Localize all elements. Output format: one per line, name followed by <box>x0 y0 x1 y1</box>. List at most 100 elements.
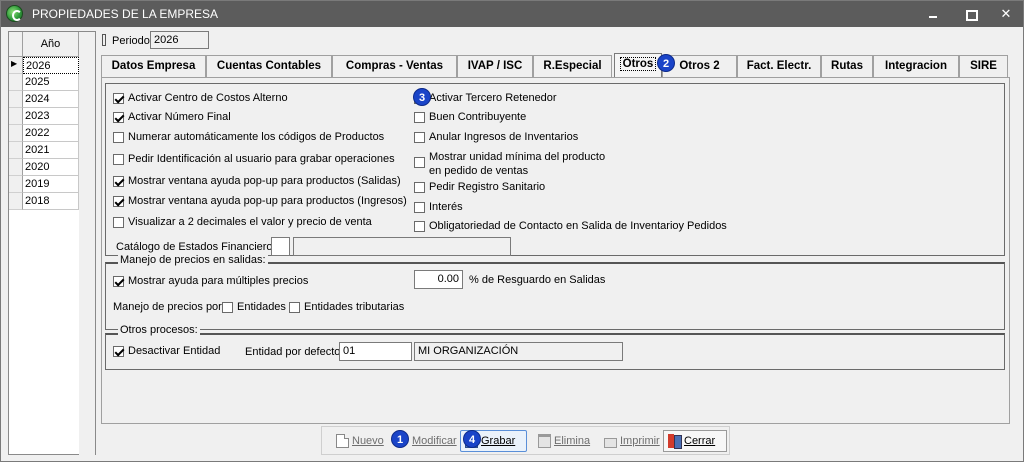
opt-interes[interactable]: Interés <box>414 201 463 213</box>
manejo-precios-title: Manejo de precios en salidas: <box>118 254 268 266</box>
checkbox[interactable] <box>113 345 124 357</box>
year-row[interactable]: 2026 <box>9 57 79 74</box>
opt-obligatoriedad-contacto[interactable]: Obligatoriedad de Contacto en Salida de … <box>414 220 727 232</box>
checkbox[interactable] <box>113 92 124 104</box>
year-cell[interactable]: 2020 <box>23 159 79 176</box>
year-cell[interactable]: 2021 <box>23 142 79 159</box>
year-cell[interactable]: 2018 <box>23 193 79 210</box>
year-cell[interactable]: 2022 <box>23 125 79 142</box>
app-logo-icon <box>6 5 23 22</box>
opt-ayuda-multiples-precios[interactable]: Mostrar ayuda para múltiples precios <box>113 275 308 287</box>
tab-compras-ventas[interactable]: Compras - Ventas <box>332 55 457 77</box>
year-row[interactable]: 2018 <box>9 193 79 210</box>
row-indicator <box>9 176 23 193</box>
year-cell[interactable]: 2025 <box>23 74 79 91</box>
opt-entidades[interactable]: Entidades <box>222 301 286 313</box>
opt-popup-salidas[interactable]: Mostrar ventana ayuda pop-up para produc… <box>113 175 401 187</box>
year-row[interactable]: 2025 <box>9 74 79 91</box>
tab-sire[interactable]: SIRE <box>959 55 1008 77</box>
opt-desactivar-entidad[interactable]: Desactivar Entidad <box>113 345 220 357</box>
cerrar-button[interactable]: Cerrar <box>663 430 727 452</box>
row-indicator <box>9 159 23 176</box>
catalogo-code-field[interactable] <box>271 237 290 256</box>
checkbox[interactable] <box>414 131 425 143</box>
tab-datos-empresa[interactable]: Datos Empresa <box>101 55 206 77</box>
year-row[interactable]: 2024 <box>9 91 79 108</box>
checkbox[interactable] <box>113 195 124 207</box>
opt-anular-ingresos[interactable]: Anular Ingresos de Inventarios <box>414 131 578 143</box>
modificar-button[interactable]: Modificar <box>408 430 457 452</box>
grid-empty-area <box>79 32 95 456</box>
year-row[interactable]: 2022 <box>9 125 79 142</box>
year-cell[interactable]: 2023 <box>23 108 79 125</box>
resguardo-input[interactable]: 0.00 <box>414 270 463 289</box>
catalogo-description-field <box>293 237 511 256</box>
opt-registro-sanitario[interactable]: Pedir Registro Sanitario <box>414 181 545 193</box>
nuevo-button[interactable]: Nuevo <box>332 430 384 452</box>
row-indicator <box>9 108 23 125</box>
checkbox[interactable] <box>113 111 124 123</box>
opt-popup-ingresos[interactable]: Mostrar ventana ayuda pop-up para produc… <box>113 195 407 207</box>
year-grid[interactable]: Año 202620252024202320222021202020192018 <box>8 31 96 456</box>
manejo-precios-group <box>105 262 1005 330</box>
checkbox[interactable] <box>414 157 425 168</box>
checkbox[interactable] <box>113 175 124 187</box>
tab-fact-electr[interactable]: Fact. Electr. <box>737 55 821 77</box>
title-bar: PROPIEDADES DE LA EMPRESA ✕ <box>1 1 1023 27</box>
opt-dos-decimales[interactable]: Visualizar a 2 decimales el valor y prec… <box>113 216 372 228</box>
year-cell[interactable]: 2019 <box>23 176 79 193</box>
year-cell[interactable]: 2024 <box>23 91 79 108</box>
new-document-icon <box>336 434 349 448</box>
checkbox[interactable] <box>414 111 425 123</box>
minimize-button[interactable] <box>915 2 951 26</box>
row-indicator <box>9 193 23 210</box>
row-indicator <box>9 91 23 108</box>
exit-icon <box>668 434 682 449</box>
year-row[interactable]: 2020 <box>9 159 79 176</box>
checkbox[interactable] <box>289 301 300 313</box>
tab-rutas[interactable]: Rutas <box>821 55 873 77</box>
tab-cuentas-contables[interactable]: Cuentas Contables <box>206 55 332 77</box>
checkbox[interactable] <box>113 275 124 287</box>
tab-integracion[interactable]: Integracion <box>873 55 959 77</box>
year-cell[interactable]: 2026 <box>23 57 79 74</box>
step-badge-4: 4 <box>463 430 481 448</box>
delete-icon <box>538 434 551 448</box>
tab-r-especial[interactable]: R.Especial <box>533 55 612 77</box>
periodo-field[interactable]: 2026 <box>150 31 209 49</box>
opt-centro-costos-alterno[interactable]: Activar Centro de Costos Alterno <box>113 92 288 104</box>
year-row[interactable]: 2021 <box>9 142 79 159</box>
opt-entidades-tributarias[interactable]: Entidades tributarias <box>289 301 404 313</box>
opt-numero-final[interactable]: Activar Número Final <box>113 111 231 123</box>
close-window-button[interactable]: ✕ <box>988 2 1024 26</box>
printer-icon <box>604 437 617 448</box>
checkbox[interactable] <box>113 153 124 165</box>
resguardo-label: % de Resguardo en Salidas <box>469 274 606 286</box>
opt-unidad-minima[interactable]: Mostrar unidad mínima del producto en pe… <box>414 150 619 178</box>
tab-otros[interactable]: Otros <box>614 53 662 77</box>
row-indicator <box>9 74 23 91</box>
tab-ivap-isc[interactable]: IVAP / ISC <box>457 55 533 77</box>
imprimir-button[interactable]: Imprimir <box>600 430 660 452</box>
year-row[interactable]: 2023 <box>9 108 79 125</box>
row-indicator <box>9 125 23 142</box>
maximize-button[interactable] <box>952 2 988 26</box>
opt-tercero-retenedor[interactable]: Activar Tercero Retenedor <box>414 92 557 104</box>
year-row[interactable]: 2019 <box>9 176 79 193</box>
checkbox[interactable] <box>222 301 233 313</box>
opt-pedir-identificacion[interactable]: Pedir Identificación al usuario para gra… <box>113 153 395 165</box>
checkbox[interactable] <box>414 181 425 193</box>
checkbox[interactable] <box>414 220 425 232</box>
opt-numerar-codigos-productos[interactable]: Numerar automáticamente los códigos de P… <box>113 131 384 143</box>
checkbox[interactable] <box>113 131 124 143</box>
opt-buen-contribuyente[interactable]: Buen Contribuyente <box>414 111 526 123</box>
checkbox[interactable] <box>414 201 425 213</box>
window-title: PROPIEDADES DE LA EMPRESA <box>32 7 219 21</box>
checkbox[interactable] <box>113 216 124 228</box>
bottom-toolbar: Nuevo Modificar Grabar Elimina Imprimir … <box>321 426 730 455</box>
elimina-button[interactable]: Elimina <box>534 430 590 452</box>
year-column-header[interactable]: Año <box>23 32 79 57</box>
entidad-name-field: MI ORGANIZACIÓN <box>414 342 623 361</box>
tab-strip: Datos Empresa Cuentas Contables Compras … <box>101 53 1010 77</box>
entidad-code-input[interactable]: 01 <box>339 342 412 361</box>
